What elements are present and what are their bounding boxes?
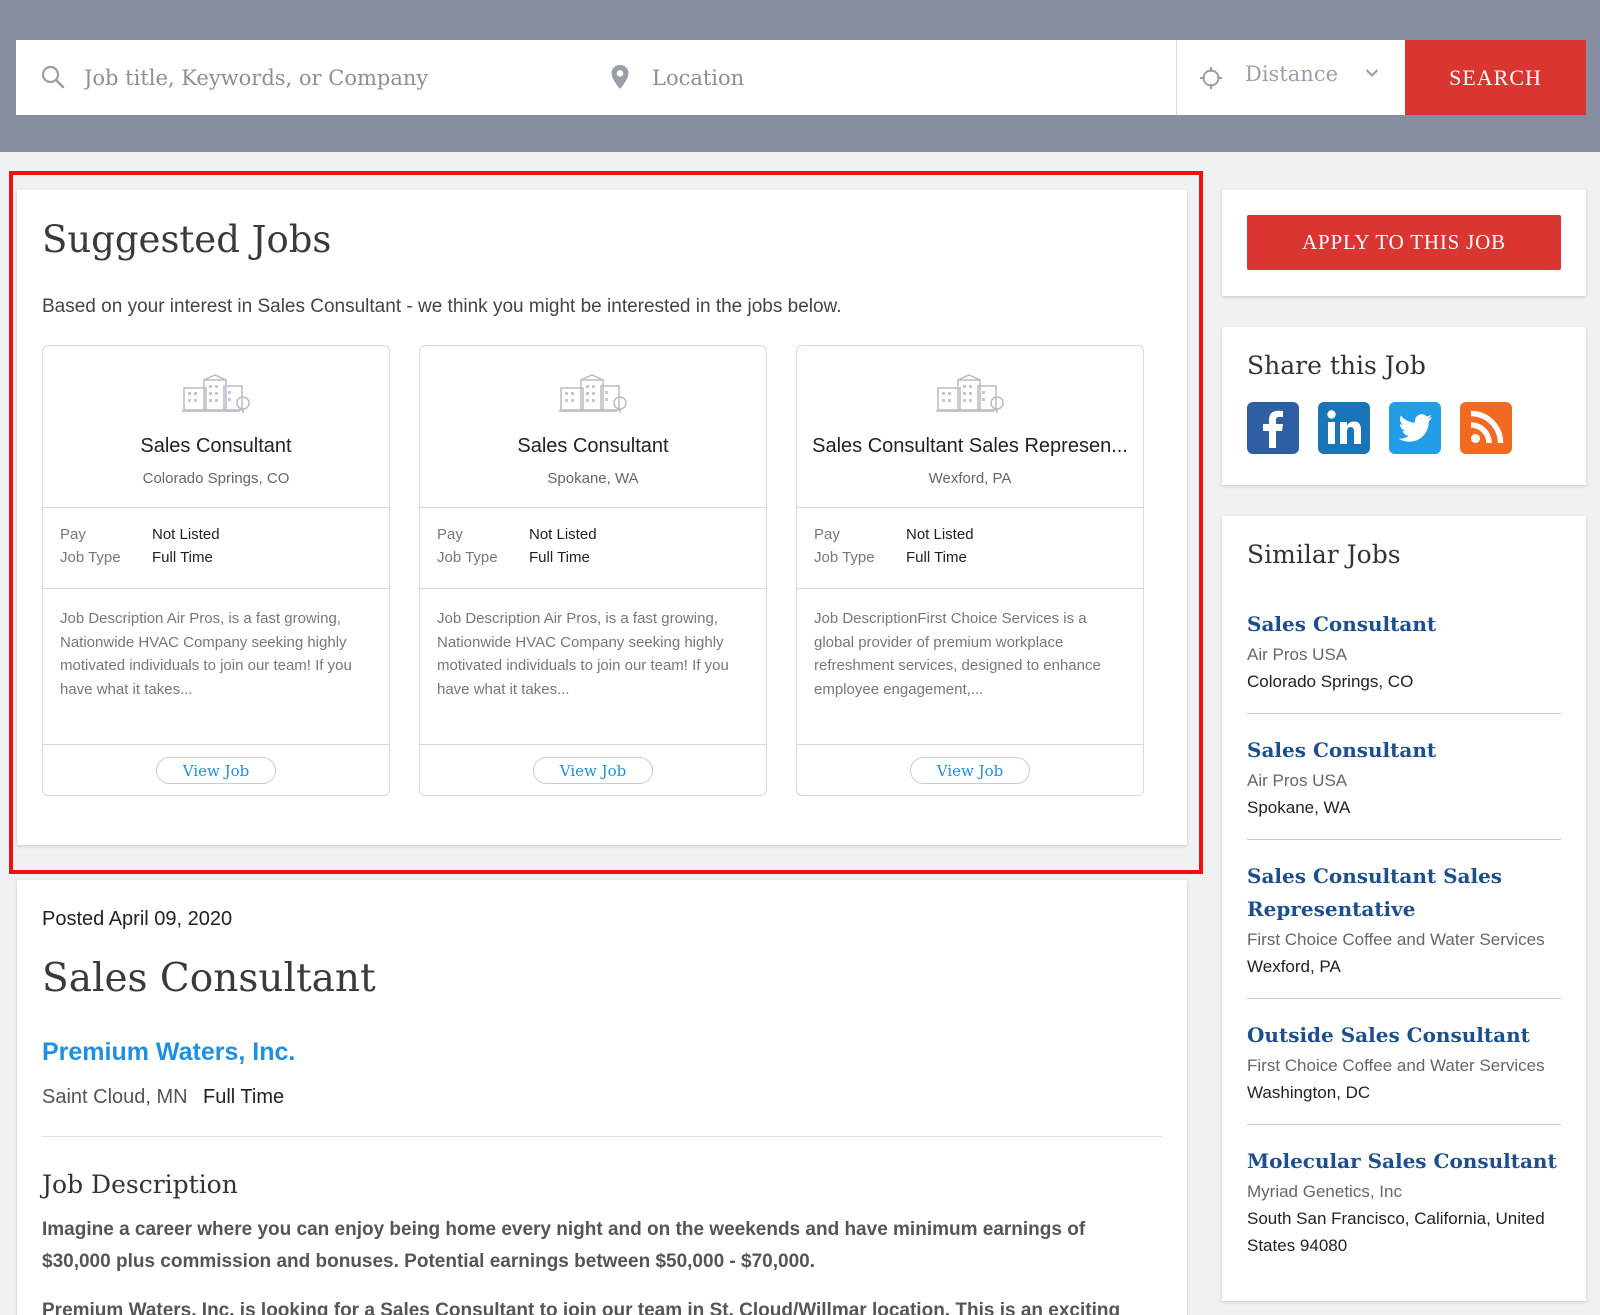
similar-job-company: Air Pros USA [1247, 645, 1348, 664]
similar-job-item: Sales Consultant Air Pros USA Colorado S… [1247, 608, 1561, 695]
similar-job-title[interactable]: Sales Consultant [1247, 734, 1561, 767]
similar-job-title[interactable]: Sales Consultant Sales Representative [1247, 860, 1561, 926]
similar-job-location: Washington, DC [1247, 1083, 1371, 1102]
distance-value: Distance [1245, 62, 1339, 86]
similar-job-title[interactable]: Molecular Sales Consultant [1247, 1145, 1561, 1178]
job-description-heading: Job Description [42, 1170, 238, 1199]
facebook-icon[interactable] [1247, 402, 1299, 454]
share-title: Share this Job [1247, 351, 1426, 380]
share-panel: Share this Job [1222, 327, 1586, 485]
company-link[interactable]: Premium Waters, Inc. [42, 1038, 295, 1067]
divider [42, 1136, 1162, 1137]
similar-job-item: Sales Consultant Air Pros USA Spokane, W… [1247, 734, 1561, 821]
job-description-text: Premium Waters, Inc. is looking for a Sa… [42, 1300, 1121, 1315]
keyword-search-field [16, 40, 596, 115]
similar-job-title[interactable]: Sales Consultant [1247, 608, 1561, 641]
distance-select[interactable]: Distance [1176, 40, 1405, 115]
search-icon [41, 65, 65, 89]
similar-job-item: Sales Consultant Sales Representative Fi… [1247, 860, 1561, 980]
similar-job-company: First Choice Coffee and Water Services [1247, 930, 1545, 949]
location-pin-icon [611, 65, 629, 89]
search-button[interactable]: SEARCH [1405, 40, 1586, 115]
linkedin-icon[interactable] [1318, 402, 1370, 454]
similar-job-company: Myriad Genetics, Inc [1247, 1182, 1402, 1201]
similar-job-location: Spokane, WA [1247, 798, 1351, 817]
divider [1247, 839, 1561, 840]
apply-panel: APPLY TO THIS JOB [1222, 190, 1586, 296]
location-input[interactable] [596, 40, 1176, 115]
similar-job-company: First Choice Coffee and Water Services [1247, 1056, 1545, 1075]
search-bar: Distance SEARCH [16, 40, 1586, 115]
similar-job-location: Wexford, PA [1247, 957, 1341, 976]
similar-job-location: Colorado Springs, CO [1247, 672, 1414, 691]
job-location: Saint Cloud, MN [42, 1086, 188, 1108]
similar-job-item: Outside Sales Consultant First Choice Co… [1247, 1019, 1561, 1106]
divider [1247, 998, 1561, 999]
similar-job-company: Air Pros USA [1247, 771, 1348, 790]
highlight-frame [9, 171, 1203, 874]
rss-icon[interactable] [1460, 402, 1512, 454]
divider [1247, 1124, 1561, 1125]
twitter-icon[interactable] [1389, 402, 1441, 454]
job-type: Full Time [203, 1086, 285, 1108]
similar-job-title[interactable]: Outside Sales Consultant [1247, 1019, 1561, 1052]
similar-jobs-title: Similar Jobs [1247, 540, 1401, 569]
job-title: Sales Consultant [42, 956, 376, 1001]
similar-job-location: South San Francisco, California, United … [1247, 1209, 1545, 1255]
similar-job-item: Molecular Sales Consultant Myriad Geneti… [1247, 1145, 1561, 1259]
search-header: Distance SEARCH [0, 0, 1600, 152]
posted-date: Posted April 09, 2020 [42, 908, 233, 930]
chevron-down-icon [1365, 69, 1379, 78]
location-search-field [596, 40, 1176, 115]
apply-button[interactable]: APPLY TO THIS JOB [1247, 215, 1561, 270]
job-description-lead: Imagine a career where you can enjoy bei… [42, 1219, 1086, 1272]
similar-jobs-panel: Similar Jobs Sales Consultant Air Pros U… [1222, 516, 1586, 1301]
crosshair-icon [1200, 67, 1222, 89]
keyword-input[interactable] [16, 40, 596, 115]
divider [1247, 713, 1561, 714]
job-details-panel: Posted April 09, 2020 Sales Consultant P… [17, 880, 1187, 1315]
